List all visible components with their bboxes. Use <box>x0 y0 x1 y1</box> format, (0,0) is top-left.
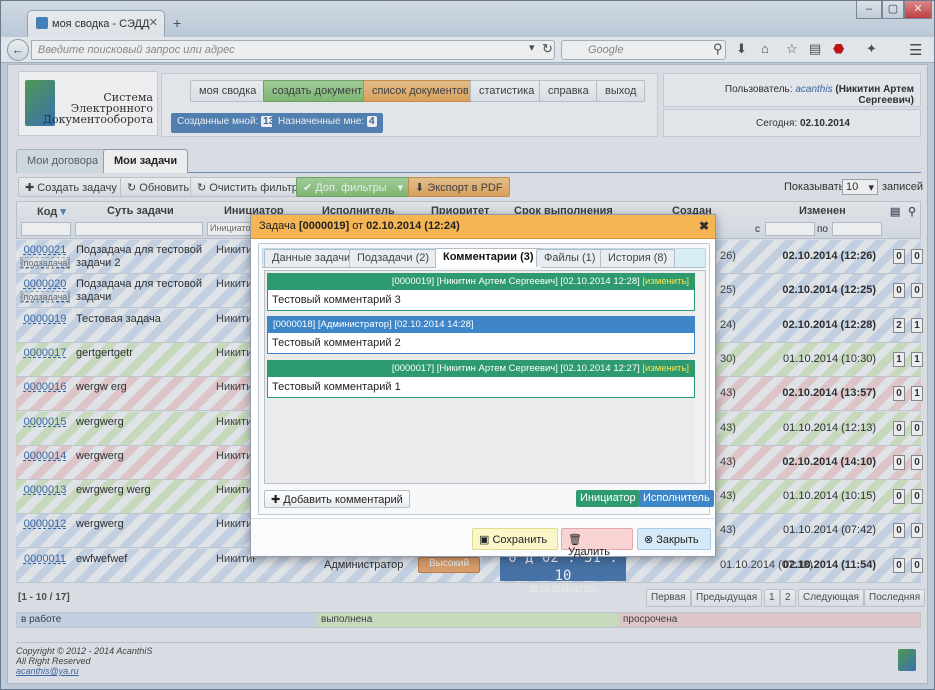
browser-window: моя сводка - СЭДД ✕ + – ▢ ✕ ← Введите пои… <box>0 0 935 690</box>
role-executor-badge[interactable]: Исполнитель <box>639 490 714 507</box>
save-button[interactable]: ▣ Сохранить <box>472 528 558 550</box>
edit-comment-link[interactable]: [изменить] <box>642 363 689 374</box>
comment-header: [0000017] [Никитин Артем Сергеевич] [02.… <box>268 361 694 377</box>
role-initiator-badge[interactable]: Инициатор <box>576 490 640 507</box>
comment-text: Тестовый комментарий 3 <box>272 294 401 306</box>
save-icon: ▣ <box>479 534 490 546</box>
comment-item: [0000017] [Никитин Артем Сергеевич] [02.… <box>267 360 695 398</box>
modal-body: Данные задачи Подзадачи (2) Комментарии … <box>258 243 714 515</box>
comment-item: [0000018] [Администратор] [02.10.2014 14… <box>267 316 695 354</box>
comment-text: Тестовый комментарий 2 <box>272 337 401 349</box>
tab-task-data[interactable]: Данные задачи <box>264 249 359 267</box>
tab-history[interactable]: История (8) <box>600 249 676 267</box>
comments-list: [0000019] [Никитин Артем Сергеевич] [02.… <box>264 270 706 484</box>
comment-header: [0000019] [Никитин Артем Сергеевич] [02.… <box>268 274 694 290</box>
comments-scrollbar[interactable] <box>694 272 704 482</box>
comment-item: [0000019] [Никитин Артем Сергеевич] [02.… <box>267 273 695 311</box>
modal-footer: ▣ Сохранить 🗑 Удалить ⊗ Закрыть <box>251 518 715 558</box>
add-comment-button[interactable]: ✚ Добавить комментарий <box>264 490 410 508</box>
trash-icon: 🗑 <box>568 534 582 546</box>
close-button[interactable]: ⊗ Закрыть <box>637 528 711 550</box>
tab-subtasks[interactable]: Подзадачи (2) <box>349 249 438 267</box>
delete-button[interactable]: 🗑 Удалить <box>561 528 633 558</box>
close-circle-icon: ⊗ <box>644 534 654 546</box>
modal-title: Задача [0000019] от 02.10.2014 (12:24) ✖ <box>251 215 715 239</box>
comment-header: [0000018] [Администратор] [02.10.2014 14… <box>268 317 694 333</box>
tab-comments[interactable]: Комментарии (3) <box>435 248 542 268</box>
comment-text: Тестовый комментарий 1 <box>272 381 401 393</box>
tab-files[interactable]: Файлы (1) <box>536 249 604 267</box>
edit-comment-link[interactable]: [изменить] <box>642 276 689 287</box>
plus-icon: ✚ <box>271 494 281 506</box>
task-modal: Задача [0000019] от 02.10.2014 (12:24) ✖… <box>250 214 716 558</box>
close-icon[interactable]: ✖ <box>699 219 709 233</box>
